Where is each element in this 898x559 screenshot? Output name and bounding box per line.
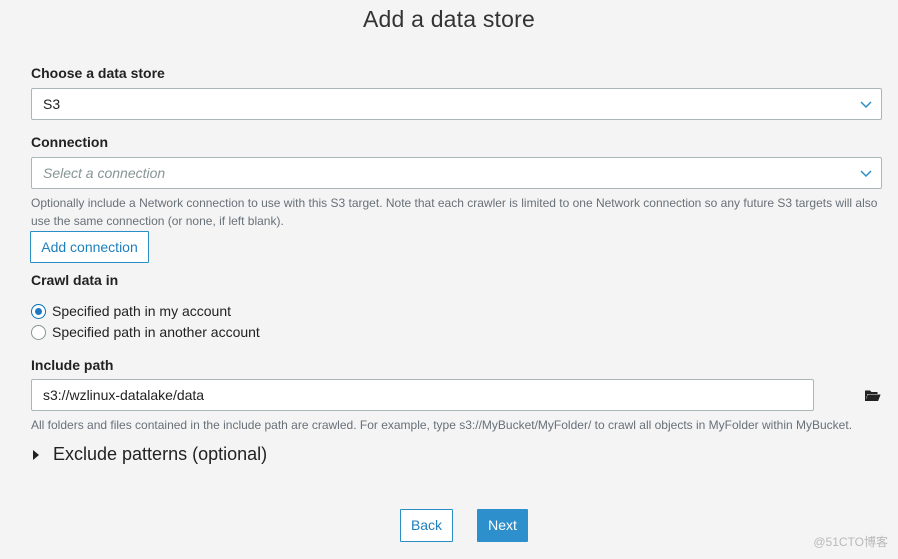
caret-right-icon xyxy=(33,449,39,460)
radio-my-account[interactable]: Specified path in my account xyxy=(31,302,231,320)
crawl-data-label: Crawl data in xyxy=(31,272,119,288)
exclude-patterns-toggle[interactable]: Exclude patterns (optional) xyxy=(33,444,267,465)
data-store-select[interactable]: S3 xyxy=(31,88,882,120)
data-store-value: S3 xyxy=(43,96,61,112)
radio-another-account-label: Specified path in another account xyxy=(52,324,260,340)
radio-another-account[interactable]: Specified path in another account xyxy=(31,323,260,341)
radio-button-checked[interactable] xyxy=(31,303,46,319)
radio-my-account-label: Specified path in my account xyxy=(52,303,231,319)
add-data-store-page: Add a data store Choose a data store S3 … xyxy=(0,0,898,559)
connection-select[interactable]: Select a connection xyxy=(31,157,882,189)
chevron-down-icon xyxy=(860,101,872,109)
include-path-value: s3://wzlinux-datalake/data xyxy=(43,387,205,403)
connection-help-text: Optionally include a Network connection … xyxy=(31,196,878,228)
folder-open-icon[interactable] xyxy=(864,389,881,402)
radio-button-unchecked[interactable] xyxy=(31,324,46,340)
back-button[interactable]: Back xyxy=(400,509,453,542)
page-title: Add a data store xyxy=(363,6,535,32)
watermark: @51CTO博客 xyxy=(813,535,888,549)
include-path-help-text: All folders and files contained in the i… xyxy=(31,418,853,432)
connection-placeholder: Select a connection xyxy=(43,165,166,181)
next-button[interactable]: Next xyxy=(477,509,528,542)
connection-label: Connection xyxy=(31,134,108,150)
chevron-down-icon xyxy=(860,170,872,178)
include-path-label: Include path xyxy=(31,357,114,373)
add-connection-button[interactable]: Add connection xyxy=(30,231,149,263)
include-path-input[interactable]: s3://wzlinux-datalake/data xyxy=(31,379,814,411)
data-store-label: Choose a data store xyxy=(31,65,165,81)
exclude-patterns-label: Exclude patterns (optional) xyxy=(53,444,268,464)
